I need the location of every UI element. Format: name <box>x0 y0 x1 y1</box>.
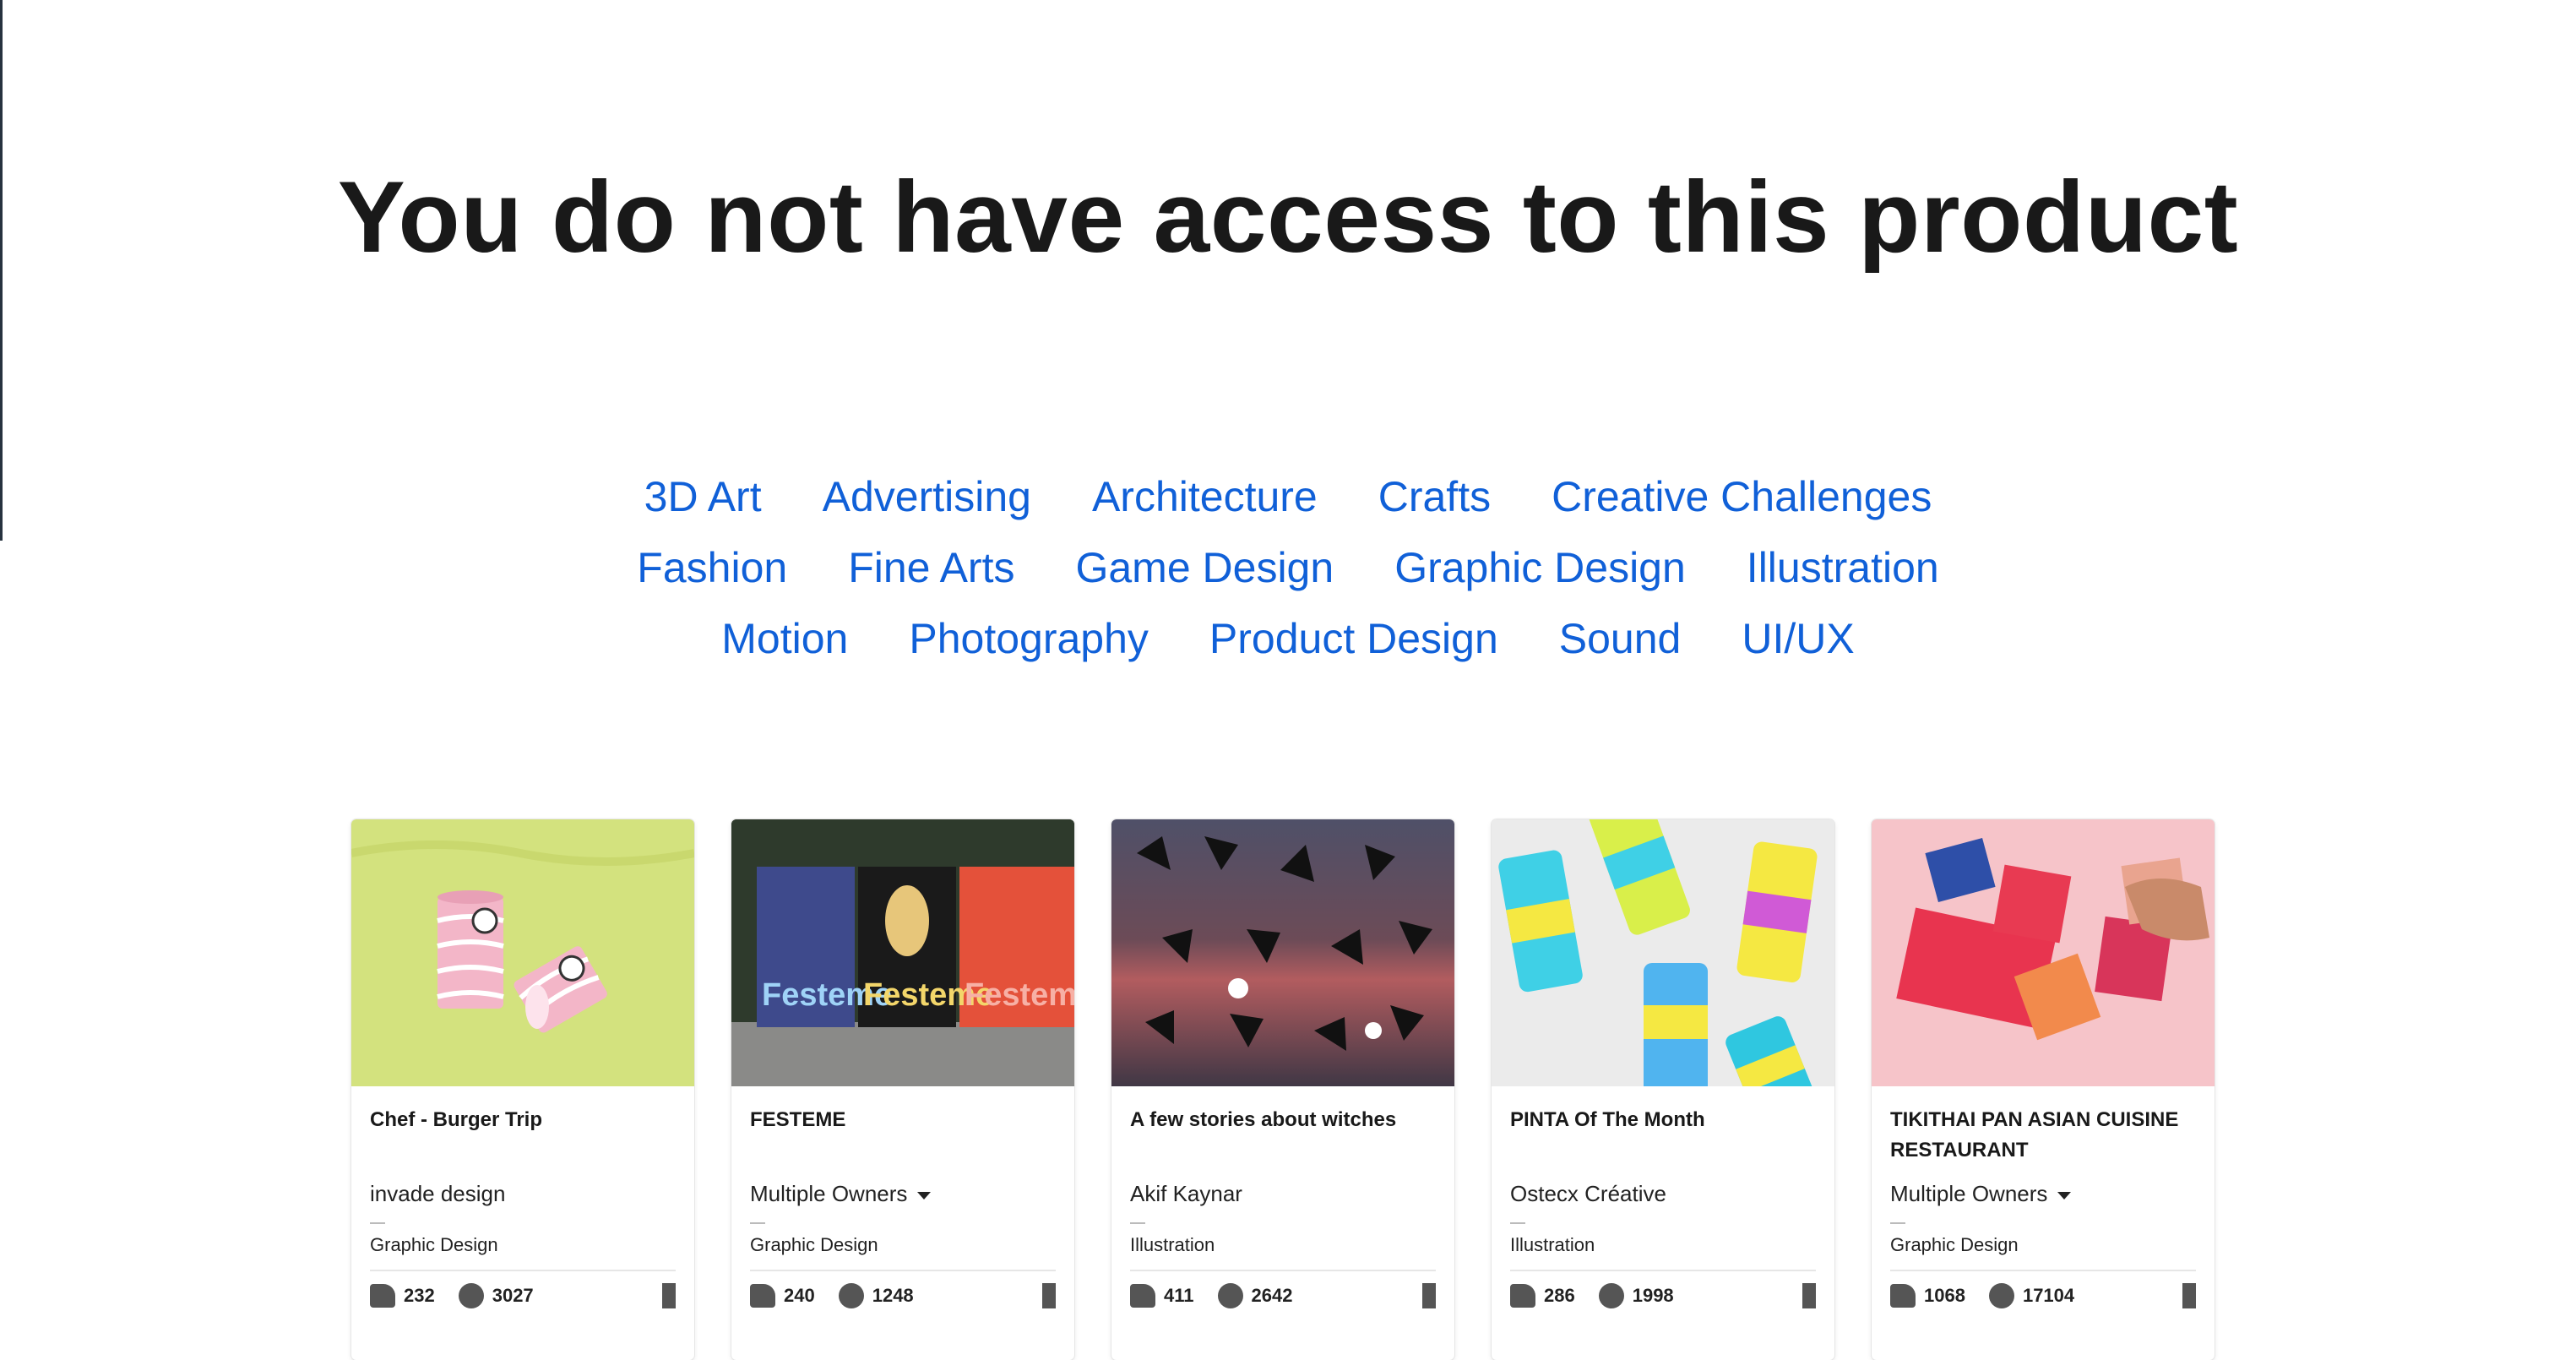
category-link-graphic-design[interactable]: Graphic Design <box>1394 543 1686 592</box>
view-count: 3027 <box>492 1285 534 1306</box>
project-field[interactable]: Graphic Design <box>370 1234 676 1256</box>
bookmark-icon[interactable] <box>1802 1283 1816 1308</box>
project-title[interactable]: PINTA Of The Month <box>1510 1105 1816 1166</box>
project-card[interactable]: TIKITHAI PAN ASIAN CUISINE RESTAURANT Mu… <box>1872 819 2215 1360</box>
eye-icon <box>1217 1283 1243 1308</box>
category-link-game-design[interactable]: Game Design <box>1075 543 1334 592</box>
project-owner[interactable]: Multiple Owners <box>750 1181 1056 1207</box>
category-link-photography[interactable]: Photography <box>909 614 1149 663</box>
owner-name[interactable]: Ostecx Créative <box>1510 1181 1666 1207</box>
witches-illustration-image <box>1137 836 1432 1051</box>
project-field[interactable]: Graphic Design <box>1890 1234 2196 1256</box>
project-stats: 286 1998 <box>1510 1283 1816 1308</box>
project-title[interactable]: Chef - Burger Trip <box>370 1105 676 1166</box>
category-link-ui-ux[interactable]: UI/UX <box>1742 614 1854 663</box>
project-owner[interactable]: invade design <box>370 1181 676 1207</box>
category-link-fashion[interactable]: Fashion <box>637 543 787 592</box>
divider-dash <box>750 1222 765 1224</box>
like-count: 232 <box>404 1285 435 1306</box>
eye-icon <box>458 1283 484 1308</box>
project-owner[interactable]: Akif Kaynar <box>1130 1181 1436 1207</box>
project-title[interactable]: A few stories about witches <box>1130 1105 1436 1166</box>
eye-icon <box>1598 1283 1624 1308</box>
category-nav: 3D Art Advertising Architecture Crafts C… <box>0 461 2576 674</box>
project-thumbnail[interactable] <box>1111 819 1454 1086</box>
bookmark-icon[interactable] <box>662 1283 676 1308</box>
project-field[interactable]: Illustration <box>1130 1234 1436 1256</box>
bookmark-icon[interactable] <box>2182 1283 2196 1308</box>
owner-name[interactable]: Multiple Owners <box>750 1181 907 1207</box>
category-link-architecture[interactable]: Architecture <box>1092 472 1318 521</box>
project-thumbnail[interactable] <box>351 819 694 1086</box>
project-thumbnail[interactable] <box>1872 819 2215 1086</box>
card-divider <box>370 1270 676 1271</box>
category-link-crafts[interactable]: Crafts <box>1378 472 1491 521</box>
project-owner[interactable]: Ostecx Créative <box>1510 1181 1816 1207</box>
view-count: 2642 <box>1251 1285 1293 1306</box>
tikithai-packaging-image <box>1896 837 2209 1041</box>
card-divider <box>1890 1270 2196 1271</box>
owner-name[interactable]: invade design <box>370 1181 505 1207</box>
owner-name[interactable]: Akif Kaynar <box>1130 1181 1242 1207</box>
project-card[interactable]: PINTA Of The Month Ostecx Créative Illus… <box>1492 819 1834 1360</box>
project-field[interactable]: Illustration <box>1510 1234 1816 1256</box>
burger-cups-image <box>351 840 694 1033</box>
like-count: 240 <box>784 1285 815 1306</box>
category-link-illustration[interactable]: Illustration <box>1747 543 1939 592</box>
category-row: Motion Photography Product Design Sound … <box>691 603 1884 674</box>
eye-icon <box>838 1283 864 1308</box>
divider-dash <box>1510 1222 1525 1224</box>
like-count: 411 <box>1164 1285 1194 1306</box>
owner-name[interactable]: Multiple Owners <box>1890 1181 2047 1207</box>
like-count: 1068 <box>1924 1285 1965 1306</box>
category-link-advertising[interactable]: Advertising <box>823 472 1031 521</box>
bookmark-icon[interactable] <box>1042 1283 1056 1308</box>
chevron-down-icon[interactable] <box>2057 1192 2072 1200</box>
project-stats: 232 3027 <box>370 1283 676 1308</box>
category-row: Fashion Fine Arts Game Design Graphic De… <box>606 532 1969 603</box>
view-count: 17104 <box>2022 1285 2075 1306</box>
view-count: 1248 <box>872 1285 914 1306</box>
project-thumbnail[interactable]: Festeme Festeme Festeme <box>731 819 1074 1086</box>
project-card[interactable]: Chef - Burger Trip invade design Graphic… <box>351 819 694 1360</box>
project-card[interactable]: Festeme Festeme Festeme FESTEME Multiple… <box>731 819 1074 1360</box>
category-link-creative-challenges[interactable]: Creative Challenges <box>1552 472 1932 521</box>
divider-dash <box>370 1222 385 1224</box>
project-title[interactable]: FESTEME <box>750 1105 1056 1166</box>
project-field[interactable]: Graphic Design <box>750 1234 1056 1256</box>
divider-dash <box>1130 1222 1145 1224</box>
bookmark-icon[interactable] <box>1422 1283 1436 1308</box>
card-divider <box>750 1270 1056 1271</box>
project-card[interactable]: A few stories about witches Akif Kaynar … <box>1111 819 1454 1360</box>
page-title: You do not have access to this product <box>337 160 2239 274</box>
card-divider <box>1130 1270 1436 1271</box>
festeme-poster-text: Festeme <box>965 977 1074 1013</box>
project-title[interactable]: TIKITHAI PAN ASIAN CUISINE RESTAURANT <box>1890 1105 2196 1166</box>
card-divider <box>1510 1270 1816 1271</box>
pinta-cans-image <box>1498 819 1831 1086</box>
chevron-down-icon[interactable] <box>917 1192 932 1200</box>
like-count: 286 <box>1544 1285 1575 1306</box>
project-stats: 411 2642 <box>1130 1283 1436 1308</box>
divider-dash <box>1890 1222 1905 1224</box>
project-owner[interactable]: Multiple Owners <box>1890 1181 2196 1207</box>
category-link-fine-arts[interactable]: Fine Arts <box>848 543 1014 592</box>
project-stats: 1068 17104 <box>1890 1283 2196 1308</box>
project-stats: 240 1248 <box>750 1283 1056 1308</box>
festeme-posters-image: Festeme Festeme Festeme <box>731 819 1074 1086</box>
view-count: 1998 <box>1632 1285 1674 1306</box>
category-link-3d-art[interactable]: 3D Art <box>644 472 762 521</box>
eye-icon <box>1988 1283 2014 1308</box>
project-cards: Chef - Burger Trip invade design Graphic… <box>351 819 2218 1360</box>
category-link-product-design[interactable]: Product Design <box>1209 614 1498 663</box>
category-row: 3D Art Advertising Architecture Crafts C… <box>614 461 1963 532</box>
project-thumbnail[interactable] <box>1492 819 1834 1086</box>
category-link-sound[interactable]: Sound <box>1559 614 1682 663</box>
category-link-motion[interactable]: Motion <box>721 614 848 663</box>
